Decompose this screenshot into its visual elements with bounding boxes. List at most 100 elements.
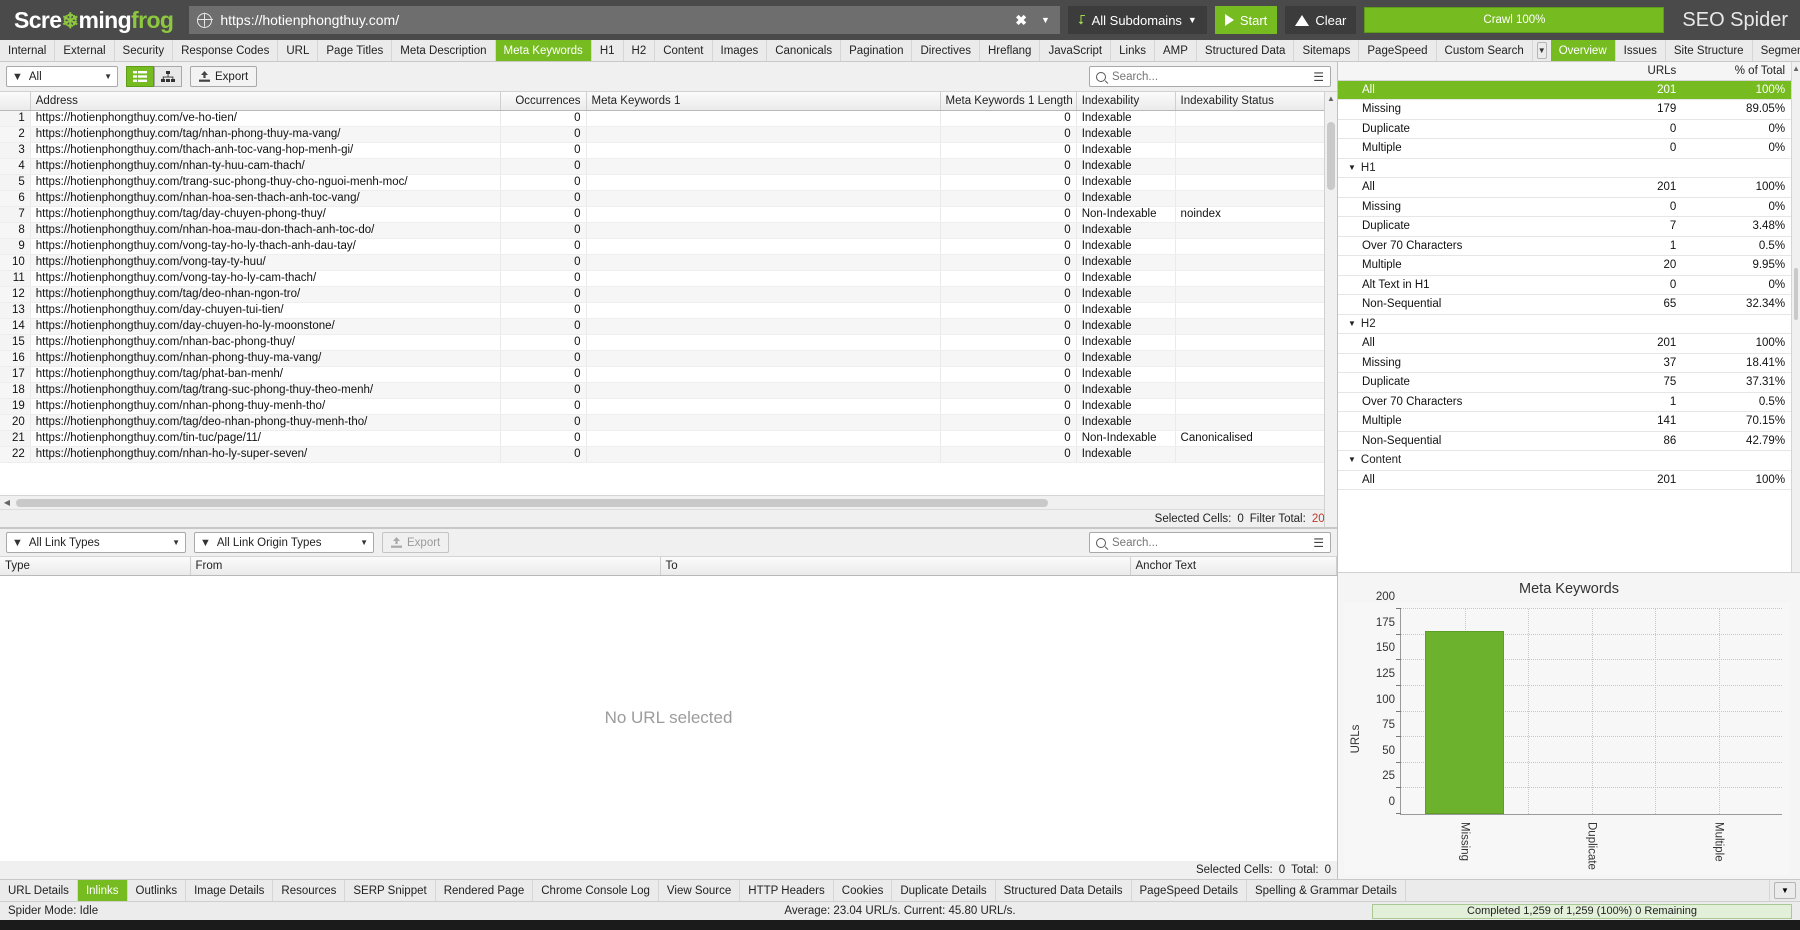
cell-indexability[interactable]: Indexable bbox=[1076, 254, 1176, 271]
cell-indexability[interactable]: Indexable bbox=[1076, 190, 1176, 207]
cell-meta-keywords-1-length[interactable]: 0 bbox=[940, 334, 1077, 351]
cell-address[interactable]: https://hotienphongthuy.com/thach-anh-to… bbox=[30, 142, 501, 159]
cell-indexability-status[interactable] bbox=[1175, 302, 1337, 319]
cell-occurrences[interactable]: 0 bbox=[500, 382, 587, 399]
cell-indexability[interactable]: Indexable bbox=[1076, 158, 1176, 175]
cell-occurrences[interactable]: 0 bbox=[500, 334, 587, 351]
cell-indexability-status[interactable] bbox=[1175, 318, 1337, 335]
tab-pagination[interactable]: Pagination bbox=[841, 40, 913, 61]
cell-occurrences[interactable]: 0 bbox=[500, 302, 587, 319]
table-row[interactable]: 20 https://hotienphongthuy.com/tag/deo-nh… bbox=[0, 414, 1337, 431]
row-number[interactable]: 22 bbox=[0, 446, 31, 463]
row-number[interactable]: 10 bbox=[0, 254, 31, 271]
cell-meta-keywords-1[interactable] bbox=[586, 126, 941, 143]
chevron-down-icon[interactable]: ▼ bbox=[1348, 319, 1356, 328]
cell-indexability-status[interactable] bbox=[1175, 174, 1337, 191]
cell-indexability-status[interactable] bbox=[1175, 110, 1337, 127]
row-number[interactable]: 5 bbox=[0, 174, 31, 191]
cell-address[interactable]: https://hotienphongthuy.com/tag/phat-ban… bbox=[30, 366, 501, 383]
bottom-tab-inlinks[interactable]: Inlinks bbox=[77, 880, 128, 901]
cell-meta-keywords-1-length[interactable]: 0 bbox=[940, 110, 1077, 127]
table-row[interactable]: 17 https://hotienphongthuy.com/tag/phat-b… bbox=[0, 366, 1337, 383]
table-search[interactable]: ☰ bbox=[1089, 66, 1331, 87]
cell-indexability[interactable]: Non-Indexable bbox=[1076, 206, 1176, 223]
lower-column-header-type[interactable]: Type bbox=[0, 557, 191, 576]
cell-address[interactable]: https://hotienphongthuy.com/tag/day-chuy… bbox=[30, 206, 501, 223]
tab-security[interactable]: Security bbox=[114, 40, 174, 61]
row-number[interactable]: 19 bbox=[0, 398, 31, 415]
lower-search-input[interactable] bbox=[1112, 536, 1308, 549]
cell-meta-keywords-1-length[interactable]: 0 bbox=[940, 254, 1077, 271]
bottom-tab-image-details[interactable]: Image Details bbox=[186, 880, 274, 901]
chart-bar[interactable] bbox=[1425, 630, 1504, 814]
cell-meta-keywords-1[interactable] bbox=[586, 286, 941, 303]
tab-custom-search[interactable]: Custom Search bbox=[1436, 40, 1533, 61]
cell-indexability-status[interactable] bbox=[1175, 126, 1337, 143]
cell-meta-keywords-1[interactable] bbox=[586, 254, 941, 271]
bottom-tab-serp-snippet[interactable]: SERP Snippet bbox=[345, 880, 436, 901]
cell-meta-keywords-1-length[interactable]: 0 bbox=[940, 398, 1077, 415]
cell-address[interactable]: https://hotienphongthuy.com/vong-tay-ho-… bbox=[30, 238, 501, 255]
bottom-tab-pagespeed-details[interactable]: PageSpeed Details bbox=[1132, 880, 1247, 901]
bottom-tab-url-details[interactable]: URL Details bbox=[0, 880, 78, 901]
table-row[interactable]: 5 https://hotienphongthuy.com/trang-suc-p… bbox=[0, 174, 1337, 191]
cell-occurrences[interactable]: 0 bbox=[500, 430, 587, 447]
tab-page-titles[interactable]: Page Titles bbox=[318, 40, 393, 61]
overview-row[interactable]: Missing 37 18.41% bbox=[1338, 353, 1792, 373]
cell-meta-keywords-1[interactable] bbox=[586, 318, 941, 335]
cell-occurrences[interactable]: 0 bbox=[500, 110, 587, 127]
cell-meta-keywords-1[interactable] bbox=[586, 270, 941, 287]
tab-url[interactable]: URL bbox=[278, 40, 319, 61]
scroll-up-icon[interactable]: ▲ bbox=[1325, 92, 1337, 105]
right-tab-overview[interactable]: Overview bbox=[1550, 40, 1616, 61]
cell-indexability[interactable]: Indexable bbox=[1076, 398, 1176, 415]
bottom-tab-view-source[interactable]: View Source bbox=[659, 880, 741, 901]
tab-meta-keywords[interactable]: Meta Keywords bbox=[495, 40, 592, 61]
cell-indexability-status[interactable] bbox=[1175, 350, 1337, 367]
cell-meta-keywords-1-length[interactable]: 0 bbox=[940, 206, 1077, 223]
cell-indexability[interactable]: Indexable bbox=[1076, 318, 1176, 335]
row-number[interactable]: 14 bbox=[0, 318, 31, 335]
cell-indexability-status[interactable] bbox=[1175, 270, 1337, 287]
row-number[interactable]: 2 bbox=[0, 126, 31, 143]
cell-address[interactable]: https://hotienphongthuy.com/tag/nhan-pho… bbox=[30, 126, 501, 143]
cell-indexability[interactable]: Indexable bbox=[1076, 382, 1176, 399]
cell-meta-keywords-1-length[interactable]: 0 bbox=[940, 238, 1077, 255]
cell-meta-keywords-1[interactable] bbox=[586, 174, 941, 191]
cell-indexability-status[interactable] bbox=[1175, 414, 1337, 431]
cell-meta-keywords-1[interactable] bbox=[586, 238, 941, 255]
table-row[interactable]: 15 https://hotienphongthuy.com/nhan-bac-p… bbox=[0, 334, 1337, 351]
bottom-tab-rendered-page[interactable]: Rendered Page bbox=[436, 880, 534, 901]
table-row[interactable]: 3 https://hotienphongthuy.com/thach-anh-t… bbox=[0, 142, 1337, 159]
cell-indexability[interactable]: Indexable bbox=[1076, 446, 1176, 463]
cell-occurrences[interactable]: 0 bbox=[500, 206, 587, 223]
tab-h2[interactable]: H2 bbox=[623, 40, 656, 61]
cell-indexability-status[interactable]: Canonicalised bbox=[1175, 430, 1337, 447]
row-number[interactable]: 18 bbox=[0, 382, 31, 399]
cell-occurrences[interactable]: 0 bbox=[500, 414, 587, 431]
cell-indexability[interactable]: Indexable bbox=[1076, 270, 1176, 287]
overview-row[interactable]: All 201 100% bbox=[1338, 80, 1792, 100]
overview-scroll-thumb[interactable] bbox=[1794, 268, 1798, 320]
cell-address[interactable]: https://hotienphongthuy.com/day-chuyen-h… bbox=[30, 318, 501, 335]
cell-indexability[interactable]: Non-Indexable bbox=[1076, 430, 1176, 447]
row-number[interactable]: 13 bbox=[0, 302, 31, 319]
cell-meta-keywords-1-length[interactable]: 0 bbox=[940, 126, 1077, 143]
cell-occurrences[interactable]: 0 bbox=[500, 366, 587, 383]
overview-row[interactable]: All 201 100% bbox=[1338, 333, 1792, 354]
table-row[interactable]: 18 https://hotienphongthuy.com/tag/trang-… bbox=[0, 382, 1337, 399]
bottom-tab-structured-data-details[interactable]: Structured Data Details bbox=[996, 880, 1132, 901]
table-row[interactable]: 9 https://hotienphongthuy.com/vong-tay-ho… bbox=[0, 238, 1337, 255]
overview-group-row[interactable]: ▼ H1 bbox=[1338, 158, 1792, 178]
cell-meta-keywords-1[interactable] bbox=[586, 382, 941, 399]
horizontal-scroll-thumb[interactable] bbox=[16, 498, 1048, 507]
cell-occurrences[interactable]: 0 bbox=[500, 158, 587, 175]
table-row[interactable]: 19 https://hotienphongthuy.com/nhan-phong… bbox=[0, 398, 1337, 415]
row-number[interactable]: 21 bbox=[0, 430, 31, 447]
cell-occurrences[interactable]: 0 bbox=[500, 142, 587, 159]
cell-indexability[interactable]: Indexable bbox=[1076, 302, 1176, 319]
cell-address[interactable]: https://hotienphongthuy.com/tag/deo-nhan… bbox=[30, 286, 501, 303]
cell-occurrences[interactable]: 0 bbox=[500, 238, 587, 255]
overview-row[interactable]: Duplicate 75 37.31% bbox=[1338, 372, 1792, 393]
cell-address[interactable]: https://hotienphongthuy.com/nhan-phong-t… bbox=[30, 350, 501, 367]
